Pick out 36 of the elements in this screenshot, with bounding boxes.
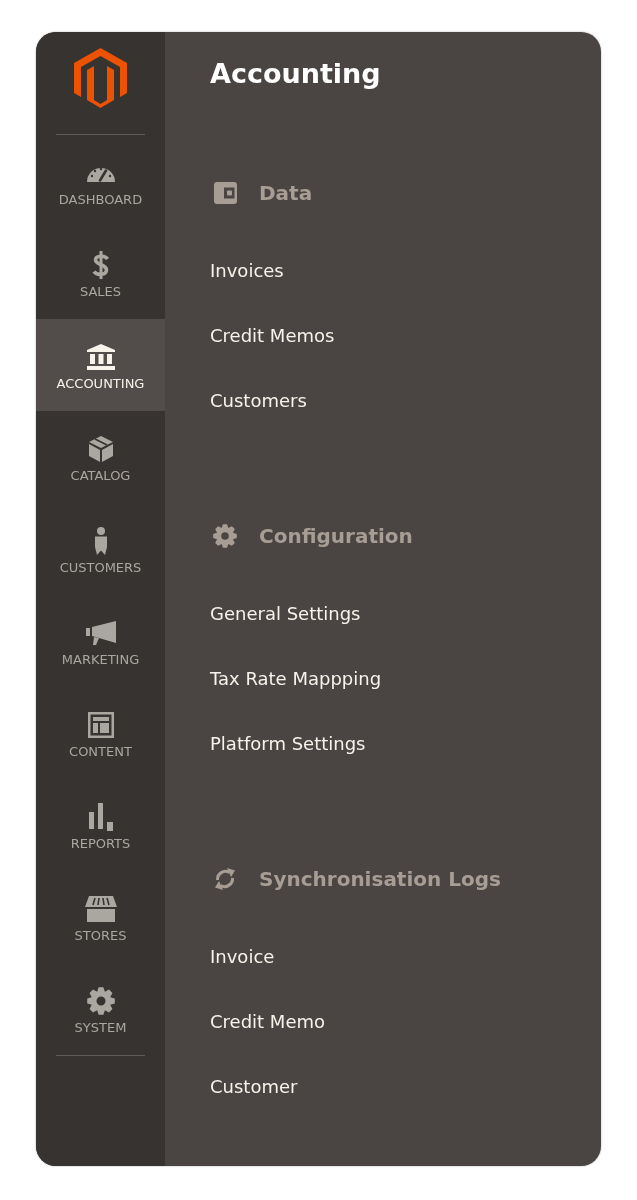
person-icon — [93, 527, 108, 555]
box-icon — [88, 436, 113, 462]
hexagon-logo-icon[interactable] — [74, 48, 127, 108]
sidebar-item[interactable]: CUSTOMERS — [36, 503, 165, 595]
menu-link[interactable]: Credit Memos — [210, 323, 335, 349]
menu-link[interactable]: Invoice — [210, 944, 275, 970]
bar-chart-icon — [88, 803, 113, 831]
sidebar-item[interactable]: SYSTEM — [36, 963, 165, 1055]
menu-link[interactable]: Platform Settings — [210, 731, 366, 757]
menu-link[interactable]: Credit Memo — [210, 1009, 325, 1035]
sidebar-item[interactable]: DASHBOARD — [36, 135, 165, 227]
sidebar-item[interactable]: CONTENT — [36, 687, 165, 779]
storefront-icon — [84, 896, 117, 922]
sidebar-item[interactable]: ACCOUNTING — [36, 319, 165, 411]
sidebar-item[interactable]: MARKETING — [36, 595, 165, 687]
dollar-icon — [91, 250, 110, 280]
menu-link[interactable]: Tax Rate Mappping — [210, 666, 382, 692]
section-heading: Synchronisation Logs — [259, 866, 501, 893]
sidebar-item[interactable]: REPORTS — [36, 779, 165, 871]
sidebar-item[interactable]: SALES — [36, 227, 165, 319]
refresh-icon — [214, 867, 236, 891]
menu-link[interactable]: Invoices — [210, 258, 284, 284]
menu-link[interactable]: Customers — [210, 388, 307, 414]
panel-title: Accounting — [210, 57, 382, 91]
section-heading: Configuration — [259, 523, 413, 550]
layout-icon — [87, 712, 114, 738]
section-heading: Data — [259, 180, 313, 207]
wallet-icon — [213, 182, 237, 204]
sidebar-item[interactable]: STORES — [36, 871, 165, 963]
menu-link[interactable]: General Settings — [210, 601, 361, 627]
bank-icon — [86, 344, 115, 370]
megaphone-icon — [85, 621, 116, 645]
menu-link[interactable]: Customer — [210, 1074, 298, 1100]
gear-icon — [213, 524, 237, 548]
sidebar-item[interactable]: CATALOG — [36, 411, 165, 503]
settings-icon — [86, 987, 115, 1015]
